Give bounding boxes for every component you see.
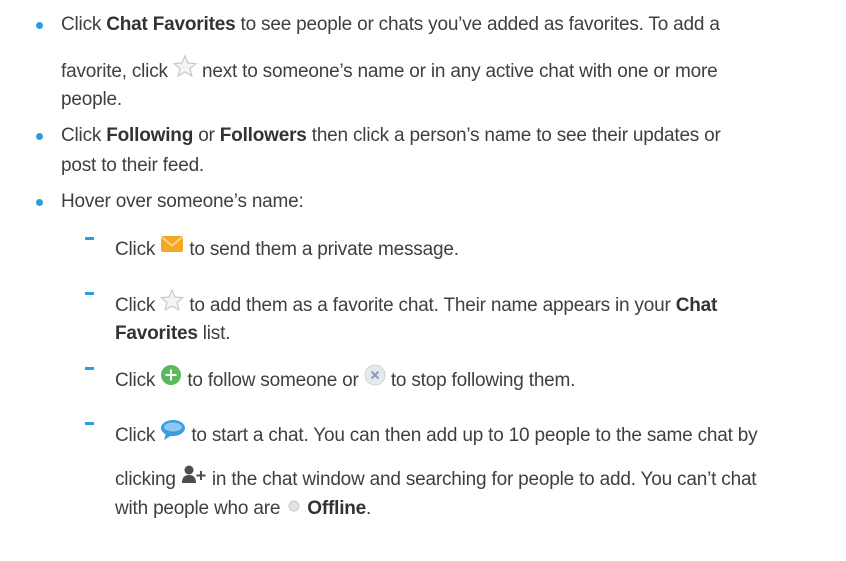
- sub-2-line-1: Click to add them as a favorite chat. Th…: [115, 288, 718, 321]
- sub-4-line-2: clicking in the chat window and searchin…: [115, 464, 757, 494]
- bullet-marker: [36, 133, 43, 140]
- offline-label: Offline: [307, 498, 367, 520]
- unfollow-x-icon: [364, 364, 386, 394]
- chat-favorites-label: Chat Favorites: [106, 14, 236, 35]
- dash-marker: [85, 422, 94, 425]
- sub-1-line-1: Click to send them a private message.: [115, 236, 459, 264]
- dash-marker: [85, 292, 94, 295]
- help-document: Click Chat Favorites to see people or ch…: [0, 0, 846, 561]
- bullet-1-line-3: people.: [61, 89, 122, 110]
- bullet-1-line-2: favorite, click next to someone’s name o…: [61, 54, 718, 87]
- bullet-2-line-1: Click Following or Followers then click …: [61, 125, 721, 146]
- star-icon: [172, 54, 198, 85]
- followers-label: Followers: [219, 125, 307, 146]
- envelope-icon: [160, 234, 184, 262]
- follow-plus-icon: [160, 364, 182, 394]
- offline-status-icon: [287, 494, 301, 520]
- sub-3-line-1: Click to follow someone or to stop follo…: [115, 364, 575, 396]
- bullet-2-line-2: post to their feed.: [61, 155, 205, 176]
- favorites-label: Favorites: [115, 323, 198, 344]
- add-person-icon: [181, 464, 207, 492]
- following-label: Following: [106, 125, 194, 146]
- bullet-marker: [36, 22, 43, 29]
- sub-4-line-1: Click to start a chat. You can then add …: [115, 419, 758, 451]
- chat-label: Chat: [675, 295, 718, 317]
- sub-4-line-3: with people who are Offline.: [115, 496, 371, 522]
- star-icon: [159, 288, 185, 319]
- dash-marker: [85, 367, 94, 370]
- bullet-marker: [36, 199, 43, 206]
- dash-marker: [85, 237, 94, 240]
- chat-bubble-icon: [160, 419, 186, 449]
- sub-2-line-2: Favorites list.: [115, 323, 231, 344]
- bullet-3-line-1: Hover over someone’s name:: [61, 191, 304, 212]
- bullet-1-line-1: Click Chat Favorites to see people or ch…: [61, 14, 720, 35]
